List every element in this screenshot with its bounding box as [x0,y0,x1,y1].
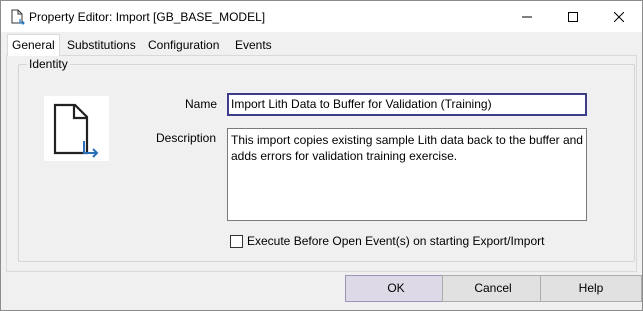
general-tab-panel: Identity Name Import Lith Data to Buffer… [6,55,637,272]
maximize-icon [568,11,578,22]
document-import-icon [10,9,26,25]
maximize-button[interactable] [550,1,596,32]
tab-configuration[interactable]: Configuration [144,36,223,54]
identity-group: Identity Name Import Lith Data to Buffer… [18,57,635,262]
close-button[interactable] [596,1,642,32]
minimize-icon [522,16,532,17]
help-button[interactable]: Help [540,275,642,302]
title-bar[interactable]: Property Editor: Import [GB_BASE_MODEL] [1,1,642,32]
tab-events[interactable]: Events [231,36,276,54]
tab-strip: General Substitutions Configuration Even… [1,32,642,56]
tab-substitutions[interactable]: Substitutions [63,36,140,54]
description-field-value: This import copies existing sample Lith … [231,133,583,163]
name-field-value: Import Lith Data to Buffer for Validatio… [231,97,492,111]
name-field[interactable]: Import Lith Data to Buffer for Validatio… [227,93,587,116]
window-title: Property Editor: Import [GB_BASE_MODEL] [29,10,266,24]
name-label: Name [185,97,218,111]
document-import-icon [44,96,109,161]
execute-before-open-label[interactable]: Execute Before Open Event(s) on starting… [247,234,544,248]
description-label: Description [156,131,217,145]
property-editor-window: Property Editor: Import [GB_BASE_MODEL] … [0,0,643,311]
cancel-button[interactable]: Cancel [442,275,544,302]
identity-group-label: Identity [27,57,70,71]
description-field[interactable]: This import copies existing sample Lith … [227,128,587,221]
close-icon [614,11,624,22]
minimize-button[interactable] [504,1,550,32]
execute-before-open-checkbox[interactable] [230,235,243,248]
tab-general[interactable]: General [7,34,60,56]
ok-button[interactable]: OK [345,275,447,302]
